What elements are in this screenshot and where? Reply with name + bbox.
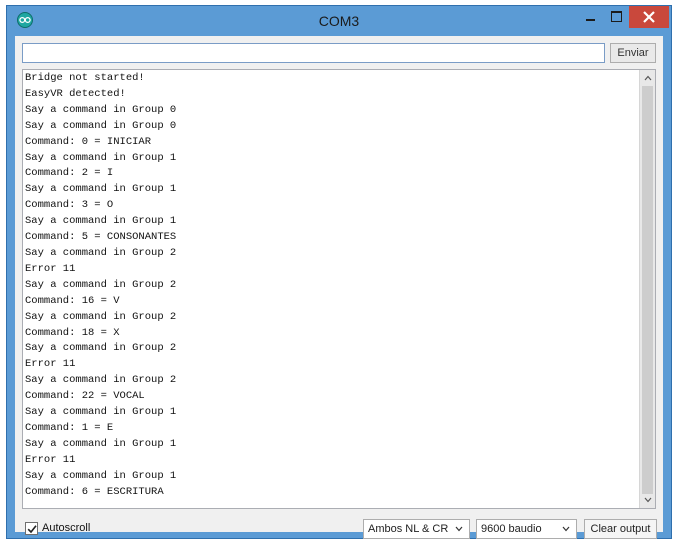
clear-output-button[interactable]: Clear output [584,519,657,539]
serial-line: Say a command in Group 1 [25,469,177,482]
title-bar[interactable]: COM3 [7,6,671,36]
serial-line: Say a command in Group 1 [25,183,177,196]
serial-line: Command: 3 = O [25,199,114,212]
scroll-up-icon[interactable] [644,74,652,82]
checkmark-icon [27,525,37,534]
serial-line: Say a command in Group 1 [25,406,177,419]
baud-rate-value: 9600 baudio [481,523,542,535]
serial-line: Say a command in Group 2 [25,374,177,387]
serial-monitor-body: Enviar Bridge not started! EasyVR detecte… [15,36,663,539]
serial-line: Say a command in Group 1 [25,215,177,228]
send-button[interactable]: Enviar [610,43,656,63]
serial-line: Say a command in Group 2 [25,342,177,355]
line-ending-value: Ambos NL & CR [368,523,449,535]
serial-line: Command: 22 = VOCAL [25,390,145,403]
line-ending-select[interactable]: Ambos NL & CR [363,519,470,539]
serial-line: Command: 0 = INICIAR [25,135,152,148]
serial-line: EasyVR detected! [25,87,126,100]
serial-line: Say a command in Group 1 [25,437,177,450]
serial-line: Say a command in Group 2 [25,246,177,259]
autoscroll-label: Autoscroll [42,522,91,534]
serial-line: Command: 2 = I [25,167,114,180]
serial-line: Say a command in Group 0 [25,103,177,116]
serial-line: Command: 16 = V [25,294,120,307]
serial-line: Error 11 [25,262,76,275]
serial-line: Command: 5 = CONSONANTES [25,231,177,244]
serial-line: Error 11 [25,453,76,466]
serial-line: Command: 6 = ESCRITURA [25,485,164,498]
chevron-down-icon [562,526,570,532]
footer-bar: Autoscroll Ambos NL & CR 9600 baudio Cle… [15,517,663,541]
serial-line: Say a command in Group 2 [25,278,177,291]
autoscroll-checkbox[interactable] [25,522,38,535]
serial-monitor-window: COM3 Enviar Bridge not started! EasyVR de… [6,5,672,539]
serial-line: Command: 18 = X [25,326,120,339]
close-button[interactable] [629,6,669,28]
scrollbar-thumb[interactable] [642,86,653,494]
vertical-scrollbar[interactable] [639,70,655,508]
close-icon [643,11,655,23]
send-input[interactable] [22,43,605,63]
minimize-button[interactable] [577,6,603,28]
serial-line: Say a command in Group 2 [25,310,177,323]
serial-line: Error 11 [25,358,76,371]
serial-line: Say a command in Group 1 [25,151,177,164]
scroll-down-icon[interactable] [644,496,652,504]
chevron-down-icon [455,526,463,532]
maximize-button[interactable] [603,6,629,28]
send-bar: Enviar [15,43,663,65]
serial-output[interactable]: Bridge not started! EasyVR detected! Say a… [22,69,656,509]
serial-line: Say a command in Group 0 [25,119,177,132]
serial-output-text: Bridge not started! EasyVR detected! Say a… [25,71,640,500]
baud-rate-select[interactable]: 9600 baudio [476,519,577,539]
window-title: COM3 [318,13,360,29]
serial-line: Command: 1 = E [25,421,114,434]
serial-line: Bridge not started! [25,72,145,84]
